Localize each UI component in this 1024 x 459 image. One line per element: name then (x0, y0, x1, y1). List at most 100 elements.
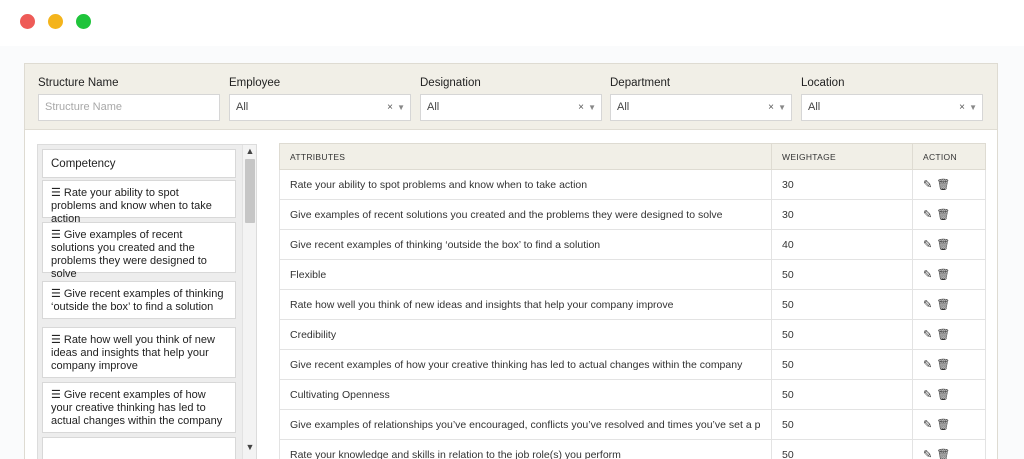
attribute-cell: Give recent examples of thinking ‘outsid… (279, 229, 772, 260)
maximize-window-button[interactable] (76, 14, 91, 29)
action-cell: ✎ 🗑 (912, 349, 986, 380)
weightage-column-header: WEIGHTAGE (771, 143, 913, 170)
structure-name-field[interactable] (38, 94, 220, 121)
weightage-cell: 50 (771, 409, 913, 440)
competency-item-label: Give recent examples of how your creativ… (51, 389, 223, 427)
competency-item[interactable]: ☰ Rate your ability to spot problems and … (42, 180, 236, 225)
delete-trash-icon[interactable]: 🗑 (936, 269, 950, 281)
delete-trash-icon[interactable]: 🗑 (936, 329, 950, 341)
competency-item[interactable]: ☰ Give recent examples of thinking ‘outsi… (42, 281, 236, 319)
drag-handle-icon[interactable]: ☰ (51, 187, 61, 199)
action-cell: ✎ 🗑 (912, 409, 986, 440)
table-row: Rate your ability to spot problems and k… (279, 169, 986, 200)
action-column-header: ACTION (912, 143, 986, 170)
action-cell: ✎ 🗑 (912, 379, 986, 410)
competency-list[interactable]: Competency ☰ Rate your ability to spot pr… (37, 144, 257, 459)
delete-trash-icon[interactable]: 🗑 (936, 449, 950, 459)
edit-pencil-icon[interactable]: ✎ (923, 209, 932, 221)
action-cell: ✎ 🗑 (912, 289, 986, 320)
attributes-column-header: ATTRIBUTES (279, 143, 772, 170)
drag-handle-icon[interactable]: ☰ (51, 334, 61, 346)
edit-pencil-icon[interactable]: ✎ (923, 419, 932, 431)
department-select[interactable]: All × ▼ (610, 94, 792, 121)
attribute-cell: Rate your knowledge and skills in relati… (279, 439, 772, 459)
department-value: All (617, 101, 630, 113)
drag-handle-icon[interactable]: ☰ (51, 389, 61, 401)
competency-item[interactable] (42, 437, 236, 459)
employee-select[interactable]: All × ▼ (229, 94, 411, 121)
structure-name-label: Structure Name (38, 77, 119, 89)
attribute-cell: Credibility (279, 319, 772, 350)
chevron-down-icon[interactable]: ▼ (397, 95, 405, 120)
weightage-cell: 50 (771, 319, 913, 350)
weightage-cell: 50 (771, 259, 913, 290)
scroll-thumb[interactable] (245, 159, 255, 223)
competency-item[interactable]: ☰ Rate how well you think of new ideas an… (42, 327, 236, 378)
clear-icon[interactable]: × (959, 95, 965, 120)
attribute-cell: Give examples of recent solutions you cr… (279, 199, 772, 230)
table-row: Flexible 50 ✎ 🗑 (279, 259, 986, 290)
competency-scrollbar[interactable]: ▲ ▼ (242, 145, 256, 459)
designation-label: Designation (420, 77, 481, 89)
designation-filter: Designation All × ▼ (420, 76, 602, 121)
window-titlebar (0, 0, 1024, 46)
chevron-down-icon[interactable]: ▼ (778, 95, 786, 120)
table-row: Give recent examples of thinking ‘outsid… (279, 229, 986, 260)
table-row: Rate how well you think of new ideas and… (279, 289, 986, 320)
competency-item[interactable]: ☰ Give examples of recent solutions you c… (42, 222, 236, 280)
competency-header-label: Competency (51, 158, 116, 170)
table-row: Credibility 50 ✎ 🗑 (279, 319, 986, 350)
drag-handle-icon[interactable]: ☰ (51, 229, 61, 241)
attribute-cell: Rate how well you think of new ideas and… (279, 289, 772, 320)
edit-pencil-icon[interactable]: ✎ (923, 329, 932, 341)
edit-pencil-icon[interactable]: ✎ (923, 299, 932, 311)
table-row: Give examples of relationships you’ve en… (279, 409, 986, 440)
drag-handle-icon[interactable]: ☰ (51, 288, 61, 300)
delete-trash-icon[interactable]: 🗑 (936, 239, 950, 251)
edit-pencil-icon[interactable]: ✎ (923, 389, 932, 401)
table-row: Cultivating Openness 50 ✎ 🗑 (279, 379, 986, 410)
chevron-down-icon[interactable]: ▼ (588, 95, 596, 120)
filter-bar: Structure Name Employee All × ▼ Designat… (25, 64, 997, 130)
attribute-cell: Rate your ability to spot problems and k… (279, 169, 772, 200)
edit-pencil-icon[interactable]: ✎ (923, 179, 932, 191)
location-value: All (808, 101, 821, 113)
weightage-cell: 50 (771, 439, 913, 459)
delete-trash-icon[interactable]: 🗑 (936, 299, 950, 311)
clear-icon[interactable]: × (578, 95, 584, 120)
location-select[interactable]: All × ▼ (801, 94, 983, 121)
close-window-button[interactable] (20, 14, 35, 29)
table-row: Rate your knowledge and skills in relati… (279, 439, 986, 459)
employee-label: Employee (229, 77, 281, 89)
delete-trash-icon[interactable]: 🗑 (936, 179, 950, 191)
scroll-down-icon[interactable]: ▼ (243, 441, 256, 453)
delete-trash-icon[interactable]: 🗑 (936, 389, 950, 401)
delete-trash-icon[interactable]: 🗑 (936, 209, 950, 221)
competency-item-label: Give examples of recent solutions you cr… (51, 229, 207, 280)
attribute-cell: Flexible (279, 259, 772, 290)
scroll-up-icon[interactable]: ▲ (243, 145, 256, 157)
structure-name-input[interactable] (45, 95, 219, 119)
competency-item[interactable]: ☰ Give recent examples of how your creati… (42, 382, 236, 433)
clear-icon[interactable]: × (768, 95, 774, 120)
edit-pencil-icon[interactable]: ✎ (923, 269, 932, 281)
minimize-window-button[interactable] (48, 14, 63, 29)
location-filter: Location All × ▼ (801, 76, 983, 121)
competency-item-label: Rate your ability to spot problems and k… (51, 187, 212, 225)
delete-trash-icon[interactable]: 🗑 (936, 419, 950, 431)
chevron-down-icon[interactable]: ▼ (969, 95, 977, 120)
department-label: Department (610, 77, 671, 89)
location-label: Location (801, 77, 845, 89)
delete-trash-icon[interactable]: 🗑 (936, 359, 950, 371)
edit-pencil-icon[interactable]: ✎ (923, 239, 932, 251)
competency-item-label: Give recent examples of thinking ‘outsid… (51, 288, 224, 313)
structure-name-filter: Structure Name (38, 76, 220, 121)
designation-select[interactable]: All × ▼ (420, 94, 602, 121)
attribute-cell: Cultivating Openness (279, 379, 772, 410)
table-row: Give recent examples of how your creativ… (279, 349, 986, 380)
table-row: Give examples of recent solutions you cr… (279, 199, 986, 230)
clear-icon[interactable]: × (387, 95, 393, 120)
edit-pencil-icon[interactable]: ✎ (923, 449, 932, 459)
edit-pencil-icon[interactable]: ✎ (923, 359, 932, 371)
action-cell: ✎ 🗑 (912, 229, 986, 260)
